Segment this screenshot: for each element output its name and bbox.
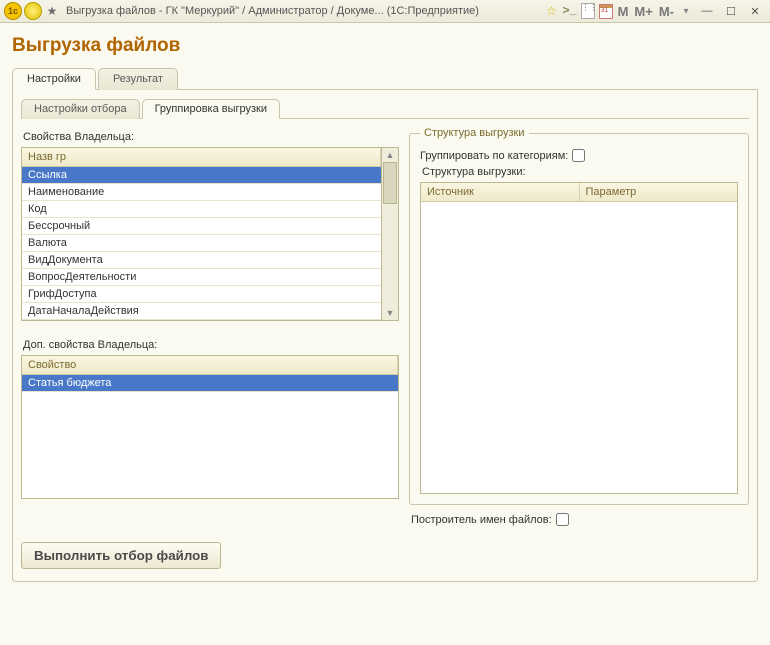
tab-result[interactable]: Результат	[98, 68, 178, 90]
maximize-button[interactable]: ☐	[720, 2, 742, 20]
owner-props-grid[interactable]: Назв гр СсылкаНаименованиеКодБессрочныйВ…	[21, 147, 382, 321]
chevron-down-icon[interactable]: ▾	[678, 3, 694, 19]
tool-icon[interactable]: >_	[562, 3, 578, 19]
page-title: Выгрузка файлов	[12, 35, 758, 57]
owner-prop-row[interactable]: ДатаНачалаДействия	[22, 303, 381, 320]
filename-builder-label: Построитель имен файлов:	[411, 514, 552, 526]
calendar-icon[interactable]	[598, 3, 614, 19]
filename-builder-checkbox[interactable]	[556, 513, 569, 526]
addl-props-grid[interactable]: Свойство Статья бюджета	[21, 355, 399, 499]
memory-m-button[interactable]: M	[616, 4, 631, 19]
owner-prop-row[interactable]: ВидДокумента	[22, 252, 381, 269]
owner-props-header[interactable]: Назв гр	[22, 148, 381, 166]
run-filter-button[interactable]: Выполнить отбор файлов	[21, 542, 221, 569]
star-icon[interactable]: ☆	[544, 3, 560, 19]
owner-prop-row[interactable]: Наименование	[22, 184, 381, 201]
structure-col-param[interactable]: Параметр	[580, 183, 738, 201]
window-title: Выгрузка файлов - ГК "Меркурий" / Админи…	[66, 5, 542, 17]
scroll-down-icon[interactable]: ▼	[382, 306, 398, 320]
top-tabs: Настройки Результат	[12, 67, 758, 90]
favorite-icon[interactable]: ★	[44, 3, 60, 19]
close-button[interactable]: ✕	[744, 2, 766, 20]
tab-filter-settings[interactable]: Настройки отбора	[21, 99, 140, 119]
owner-prop-row[interactable]: Ссылка	[22, 167, 381, 184]
titlebar: 1c ★ Выгрузка файлов - ГК "Меркурий" / А…	[0, 0, 770, 23]
memory-mplus-button[interactable]: M+	[632, 4, 654, 19]
owner-prop-row[interactable]: ВопросДеятельности	[22, 269, 381, 286]
owner-prop-row[interactable]: Код	[22, 201, 381, 218]
group-by-cat-label: Группировать по категориям:	[420, 150, 568, 162]
structure-table[interactable]: Источник Параметр	[420, 182, 738, 494]
structure-legend: Структура выгрузки	[420, 127, 529, 139]
tab-grouping[interactable]: Группировка выгрузки	[142, 99, 280, 119]
scroll-thumb[interactable]	[383, 162, 397, 204]
group-by-cat-checkbox[interactable]	[572, 149, 585, 162]
calculator-icon[interactable]: ⋮⋮	[580, 3, 596, 19]
app-icon-dot	[24, 2, 42, 20]
owner-props-scrollbar[interactable]: ▲ ▼	[382, 147, 399, 321]
tab-settings[interactable]: Настройки	[12, 68, 96, 90]
owner-props-label: Свойства Владельца:	[23, 131, 399, 143]
scroll-up-icon[interactable]: ▲	[382, 148, 398, 162]
structure-sub-label: Структура выгрузки:	[422, 166, 738, 178]
structure-col-source[interactable]: Источник	[421, 183, 580, 201]
addl-prop-row[interactable]: Статья бюджета	[22, 375, 398, 392]
owner-prop-row[interactable]: Валюта	[22, 235, 381, 252]
memory-mminus-button[interactable]: M-	[657, 4, 676, 19]
inner-tabs: Настройки отбора Группировка выгрузки	[21, 98, 749, 119]
app-icon-1c: 1c	[4, 2, 22, 20]
structure-fieldset: Структура выгрузки Группировать по катег…	[409, 127, 749, 505]
addl-props-label: Доп. свойства Владельца:	[23, 339, 399, 351]
addl-props-header[interactable]: Свойство	[22, 356, 398, 374]
minimize-button[interactable]: —	[696, 2, 718, 20]
owner-prop-row[interactable]: Бессрочный	[22, 218, 381, 235]
owner-prop-row[interactable]: ГрифДоступа	[22, 286, 381, 303]
